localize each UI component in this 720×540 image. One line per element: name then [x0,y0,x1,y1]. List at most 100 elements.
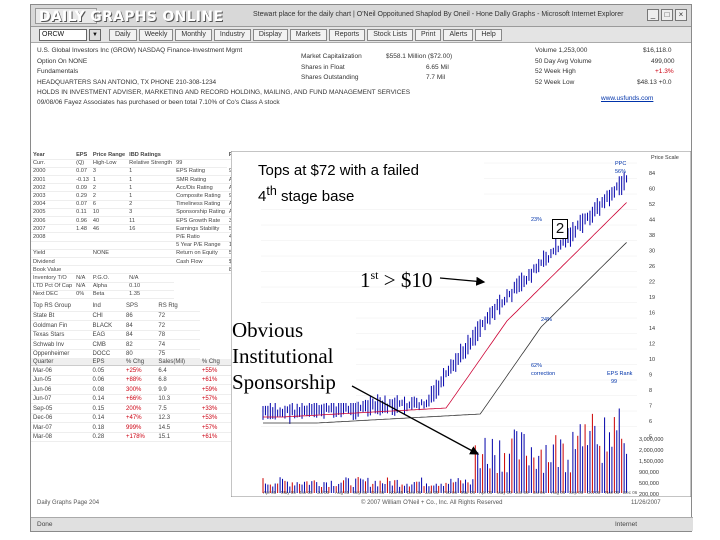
quarter-cell: Mar-08 [31,432,91,443]
history-cell: Yield [31,249,75,258]
brand-logo: DAILY GRAPHS ONLINE [39,9,224,25]
quarter-header-cell: EPS [90,358,125,367]
history-cell: EPS Growth Rate [174,216,227,226]
history-row: 20040.0762Timeliness RatingA [31,200,247,209]
month-label: Oct 05 [371,490,385,495]
sponsorship-note-line-3: Sponsorship [232,370,336,394]
history-cell: 2002 [31,183,75,193]
weekly-button[interactable]: Weekly [138,28,174,41]
chevron-down-icon[interactable]: ▼ [89,28,101,41]
quarter-row: Sep-05 0.15 200% 7.5 +33% [31,403,231,414]
monthly-button[interactable]: Monthly [175,28,212,41]
history-cell: 0.11 [74,208,91,218]
quarter-cell: 300% [124,384,157,395]
month-label: Jul 06 [533,490,546,495]
history-header-cell [174,151,227,160]
boxed-number: 2 [552,219,568,239]
price-tick-label: 22 [649,280,655,286]
quarter-header-cell: Quarter [31,358,91,367]
price-tick-label: 60 [649,187,655,193]
history-cell: 1.48 [74,224,91,234]
price-tick-label: 7 [649,404,652,410]
history-cell [90,257,128,267]
top-group-cell: 72 [156,311,200,322]
top-group-cell: 82 [124,339,157,350]
reports-button[interactable]: Reports [328,28,366,41]
history-cell [90,265,128,275]
history-cell: -0.13 [74,175,91,185]
quarter-cell: Jun-07 [31,394,91,405]
minimize-button[interactable]: _ [647,9,659,21]
symbol-input[interactable]: ORCW [39,28,87,41]
history-table: YearEPSPrice RangeIBD RatingsPERSCurr.(Q… [31,151,247,299]
display-button[interactable]: Display [252,28,288,41]
help-button[interactable]: Help [475,28,502,41]
quarter-row: Mar-08 0.28 +178% 15.1 +61% [31,432,231,443]
history-cell: 0.96 [74,216,91,226]
float-value: 6.65 Mil [426,64,449,71]
history-row: 2001-0.1311SMR RatingA [31,175,247,185]
top-group-row: Texas Stars EAG 84 78 [31,330,231,341]
daily-button[interactable]: Daily [109,28,137,41]
history-row: 20020.0921Acc/Dis RatingA [31,183,247,193]
quarter-cell: 0.06 [90,375,125,386]
top-group-row: State Bt CHI 86 72 [31,311,231,322]
volume-tick-label: 200,000 [639,492,659,497]
month-label: Feb 06 [443,490,458,495]
history-cell [74,232,91,242]
history-extra-row: Next DEC 0% Beta 1.35 [31,290,246,299]
history-cell: 2008 [31,232,75,242]
top-group-cell: CHI [90,311,125,322]
window-title: Stewart place for the daily chart | O'Ne… [253,11,624,18]
stock-lists-button[interactable]: Stock Lists [367,28,414,41]
history-cell: 16 [127,224,175,234]
print-button[interactable]: Print [415,28,442,41]
extra-value: 0% [74,290,91,299]
month-label: May 05 [281,490,296,495]
top-group-row: Schwab Inv CMB 82 74 [31,339,231,350]
quarter-header-row: Quarter EPS% Chg Sales(Mil)% Chg [31,358,231,367]
quarter-cell: 7.5 [156,403,200,414]
quarter-cell: +33% [199,403,231,414]
rank-label: Alpha [90,282,128,291]
history-subheader-cell: Relative Strength [127,159,175,168]
markets-button[interactable]: Markets [289,28,327,41]
volume-tick-label: 1,500,000 [639,459,663,465]
industry-button[interactable]: Industry [213,28,251,41]
maximize-button[interactable]: □ [661,9,673,21]
history-cell: Dividend [31,257,75,267]
price-tick-label: 44 [649,218,655,224]
price-tick-label: 12 [649,342,655,348]
status-text: Done [37,521,53,528]
history-cell: 2001 [31,175,75,185]
history-extra-row: LTD Pct Of Cap N/A Alpha 0.10 [31,282,246,291]
chart-inner-note: 62% [531,363,542,369]
company-url-link[interactable]: www.usfunds.com [601,95,653,102]
top-group-cell: Schwab Inv [31,339,91,350]
top-group-cell: DOCC [90,349,125,360]
quarter-cell: 0.05 [90,365,125,376]
history-cell [74,257,91,267]
history-subheader-cell: 99 [174,159,227,168]
low-value: $48.13 +0.0 [637,79,672,86]
quarter-row: Jun-06 0.08 300% 9.9 +59% [31,384,231,395]
top-group-cell: SPS [124,301,157,312]
company-line: U.S. Global Investors Inc (GROW) NASDAQ … [37,47,243,54]
quarter-cell: 0.15 [90,403,125,414]
left-data-panel: YearEPSPrice RangeIBD RatingsPERSCurr.(Q… [31,151,247,497]
history-cell [74,249,91,258]
price-tick-label: 9 [649,373,652,379]
history-cell: EPS Rating [174,167,227,177]
history-cell: Timeliness Rating [174,200,227,209]
top-group-cell: Top RS Group [31,301,91,312]
breakout-text: > $10 [378,268,433,292]
chart-inner-note: 24% [541,317,552,323]
history-cell: 6 [90,200,128,209]
quarter-cell: +61% [199,375,231,386]
alerts-button[interactable]: Alerts [443,28,474,41]
history-cell: NONE [90,249,128,258]
close-button[interactable]: × [675,9,687,21]
rank-label: Beta [90,290,128,299]
history-header-cell: EPS [74,151,91,160]
month-label: Mar 06 [461,490,476,495]
